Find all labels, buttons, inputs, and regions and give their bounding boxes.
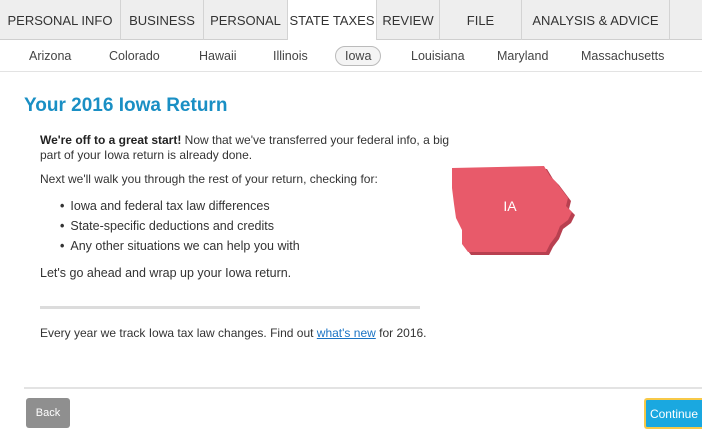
wrapup-text: Let's go ahead and wrap up your Iowa ret…: [40, 266, 292, 280]
tab-analysis-advice[interactable]: ANALYSIS & ADVICE: [522, 0, 670, 40]
changes-suffix: for 2016.: [375, 326, 427, 340]
list-item-text: Any other situations we can help you wit…: [70, 239, 300, 253]
main-tab-bar: PERSONAL INFO BUSINESS PERSONAL STATE TA…: [0, 0, 702, 41]
tab-label: ANALYSIS & ADVICE: [532, 12, 659, 28]
changes-prefix: Every year we track Iowa tax law changes…: [40, 326, 317, 340]
state-tab-maryland[interactable]: Maryland: [497, 49, 548, 63]
tab-label: REVIEW: [382, 12, 434, 28]
whats-new-link[interactable]: what's new: [317, 326, 376, 340]
tab-personal-info[interactable]: PERSONAL INFO: [0, 0, 121, 40]
state-tab-iowa[interactable]: Iowa: [335, 45, 382, 66]
state-tab-arizona[interactable]: Arizona: [29, 49, 71, 63]
state-tab-illinois[interactable]: Illinois: [273, 49, 308, 63]
list-item: State-specific deductions and credits: [60, 216, 460, 236]
continue-button[interactable]: Continue: [644, 398, 702, 429]
list-item-text: State-specific deductions and credits: [70, 219, 274, 233]
tab-label: STATE TAXES: [289, 13, 375, 28]
intro-bold: We're off to a great start!: [40, 133, 182, 147]
main-content: We're off to a great start! Now that we'…: [40, 133, 460, 290]
page-title: Your 2016 Iowa Return: [24, 95, 228, 116]
state-tab-hawaii[interactable]: Hawaii: [199, 49, 237, 63]
tab-label: PERSONAL: [210, 12, 281, 28]
intro-paragraph: We're off to a great start! Now that we'…: [40, 133, 460, 163]
list-item: Any other situations we can help you wit…: [60, 236, 460, 256]
content-divider: [40, 306, 420, 309]
tab-personal[interactable]: PERSONAL: [204, 0, 288, 40]
tab-review[interactable]: REVIEW: [377, 0, 440, 40]
state-nav: Arizona Colorado Hawaii Illinois Iowa Lo…: [0, 40, 702, 72]
checklist: Iowa and federal tax law differences Sta…: [60, 196, 460, 256]
tax-changes-text: Every year we track Iowa tax law changes…: [40, 326, 427, 340]
list-item-text: Iowa and federal tax law differences: [70, 199, 270, 213]
footer-divider: [24, 387, 702, 389]
map-label: IA: [503, 198, 517, 214]
state-tab-louisiana[interactable]: Louisiana: [411, 49, 465, 63]
iowa-map: IA: [452, 166, 575, 255]
list-item: Iowa and federal tax law differences: [60, 196, 460, 216]
tab-label: FILE: [466, 12, 495, 28]
tab-label: PERSONAL INFO: [7, 12, 113, 28]
next-text: Next we'll walk you through the rest of …: [40, 172, 378, 186]
state-tab-massachusetts[interactable]: Massachusetts: [581, 49, 664, 63]
tab-file[interactable]: FILE: [440, 0, 522, 40]
tab-business[interactable]: BUSINESS: [121, 0, 204, 40]
tab-label: BUSINESS: [129, 12, 195, 28]
state-tab-colorado[interactable]: Colorado: [109, 49, 160, 63]
back-button[interactable]: Back: [26, 398, 70, 428]
tab-state-taxes[interactable]: STATE TAXES: [288, 0, 377, 41]
